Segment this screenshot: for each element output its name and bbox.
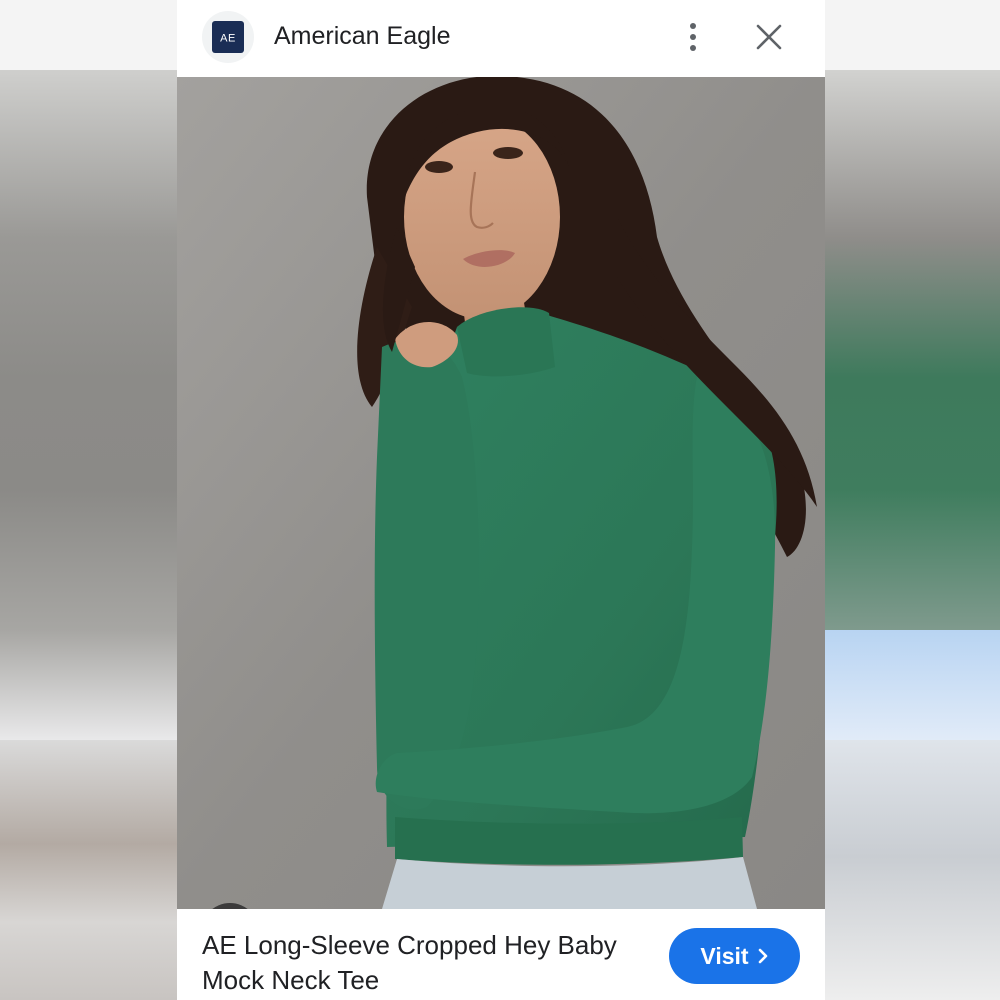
ae-logo-mark: AE [220,33,236,45]
ae-logo: AE [212,21,244,53]
visit-label: Visit [700,942,749,969]
product-title[interactable]: AE Long-Sleeve Cropped Hey Baby Mock Nec… [202,928,622,998]
chevron-right-icon [757,943,769,970]
svg-text:AE: AE [220,33,236,45]
brand-name[interactable]: American Eagle [274,20,450,52]
backdrop-right [825,0,1000,1000]
card-header: AE American Eagle [177,0,825,77]
more-vert-icon[interactable] [675,18,711,56]
backdrop-left [0,0,177,1000]
model-illustration [177,77,825,909]
close-icon[interactable] [751,18,787,56]
lens-result-card: AE American Eagle AE Long-Sleeve Cropped… [177,0,825,1000]
brand-logo[interactable]: AE [202,11,254,63]
visit-button[interactable]: Visit [669,928,800,984]
product-footer: AE Long-Sleeve Cropped Hey Baby Mock Nec… [177,909,825,1000]
product-photo[interactable] [177,77,825,909]
